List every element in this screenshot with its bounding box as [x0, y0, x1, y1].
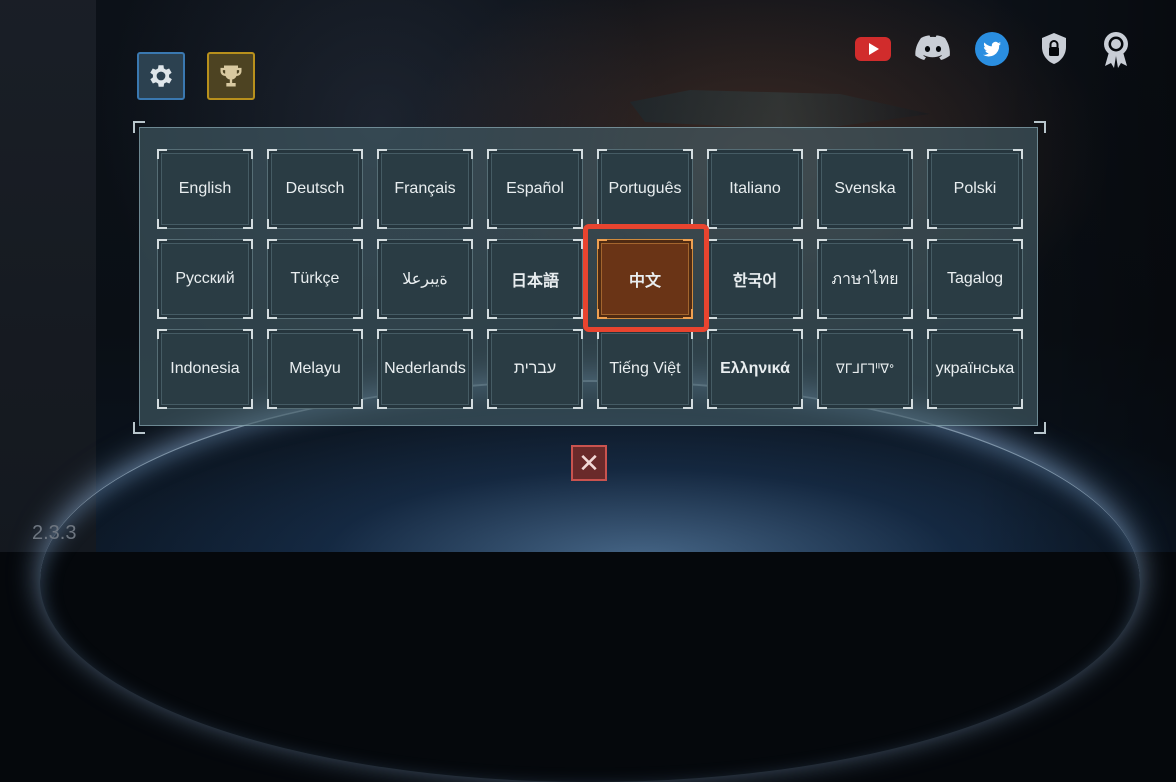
language-label: Français [394, 180, 456, 197]
award-button[interactable] [1099, 30, 1133, 68]
language-option-arabic[interactable]: ةيبرعلا [377, 239, 473, 319]
language-option-english[interactable]: English [157, 149, 253, 229]
discord-button[interactable] [911, 30, 955, 68]
language-label: ᐁᒥᒧᒥᒣᐦᐁᐤ [835, 361, 895, 376]
panel-corner-tr [1034, 121, 1046, 133]
language-option-thai[interactable]: ภาษาไทย [817, 239, 913, 319]
language-option-nederlands[interactable]: Nederlands [377, 329, 473, 409]
language-option-vietnamese[interactable]: Tiếng Việt [597, 329, 693, 409]
language-label: Nederlands [384, 360, 466, 377]
language-option-espanol[interactable]: Español [487, 149, 583, 229]
language-label: українська [935, 360, 1015, 377]
trophy-icon [220, 65, 242, 87]
language-option-syllabics[interactable]: ᐁᒥᒧᒥᒣᐦᐁᐤ [817, 329, 913, 409]
language-option-turkce[interactable]: Türkçe [267, 239, 363, 319]
language-label: Türkçe [290, 270, 340, 287]
language-label: English [178, 180, 232, 197]
language-option-italiano[interactable]: Italiano [707, 149, 803, 229]
language-label: ภาษาไทย [831, 270, 899, 288]
twitter-button[interactable] [973, 30, 1011, 68]
language-option-tagalog[interactable]: Tagalog [927, 239, 1023, 319]
language-option-greek[interactable]: Ελληνικά [707, 329, 803, 409]
twitter-icon [975, 32, 1009, 66]
language-label: Português [608, 180, 682, 197]
language-option-deutsch[interactable]: Deutsch [267, 149, 363, 229]
language-option-japanese[interactable]: 日本語 [487, 239, 583, 319]
language-label: Polski [953, 180, 997, 197]
language-option-ukrainian[interactable]: українська [927, 329, 1023, 409]
language-label: 日本語 [510, 273, 559, 290]
language-option-melayu[interactable]: Melayu [267, 329, 363, 409]
language-option-hebrew[interactable]: עברית [487, 329, 583, 409]
version-label: 2.3.3 [32, 522, 77, 544]
award-badge-icon [1104, 32, 1128, 68]
language-label: Tagalog [946, 270, 1004, 287]
language-option-korean[interactable]: 한국어 [707, 239, 803, 319]
language-option-portugues[interactable]: Português [597, 149, 693, 229]
privacy-button[interactable] [1037, 30, 1071, 68]
panel-corner-tl [133, 121, 145, 133]
language-label: Tiếng Việt [609, 360, 681, 377]
language-label: Español [506, 180, 564, 197]
settings-button[interactable] [137, 52, 185, 100]
language-option-svenska[interactable]: Svenska [817, 149, 913, 229]
language-label: עברית [513, 360, 557, 377]
language-label: ةيبرعلا [402, 271, 448, 288]
language-grid: English Deutsch Français Español Portugu… [157, 149, 1023, 409]
language-option-indonesia[interactable]: Indonesia [157, 329, 253, 409]
language-label: Svenska [834, 180, 896, 197]
language-label: 한국어 [732, 273, 778, 290]
language-option-chinese[interactable]: 中文 [597, 239, 693, 319]
language-label: Italiano [729, 180, 781, 197]
language-label: Deutsch [285, 180, 345, 197]
language-option-russian[interactable]: Русский [157, 239, 253, 319]
close-button[interactable]: ✕ [571, 445, 607, 481]
youtube-button[interactable] [853, 30, 893, 68]
left-side-strip [0, 0, 96, 552]
language-label: Melayu [289, 360, 341, 377]
gear-icon [150, 65, 172, 87]
panel-corner-bl [133, 422, 145, 434]
language-option-polski[interactable]: Polski [927, 149, 1023, 229]
youtube-icon [855, 37, 891, 61]
planet-horizon [40, 380, 1140, 782]
panel-corner-br [1034, 422, 1046, 434]
language-label: 中文 [628, 273, 661, 290]
privacy-shield-icon [1042, 33, 1066, 64]
language-option-francais[interactable]: Français [377, 149, 473, 229]
language-label: Русский [175, 270, 235, 287]
achievements-button[interactable] [207, 52, 255, 100]
language-label: Ελληνικά [720, 360, 790, 377]
discord-icon [915, 35, 950, 60]
close-icon: ✕ [578, 448, 600, 478]
language-label: Indonesia [170, 360, 240, 377]
